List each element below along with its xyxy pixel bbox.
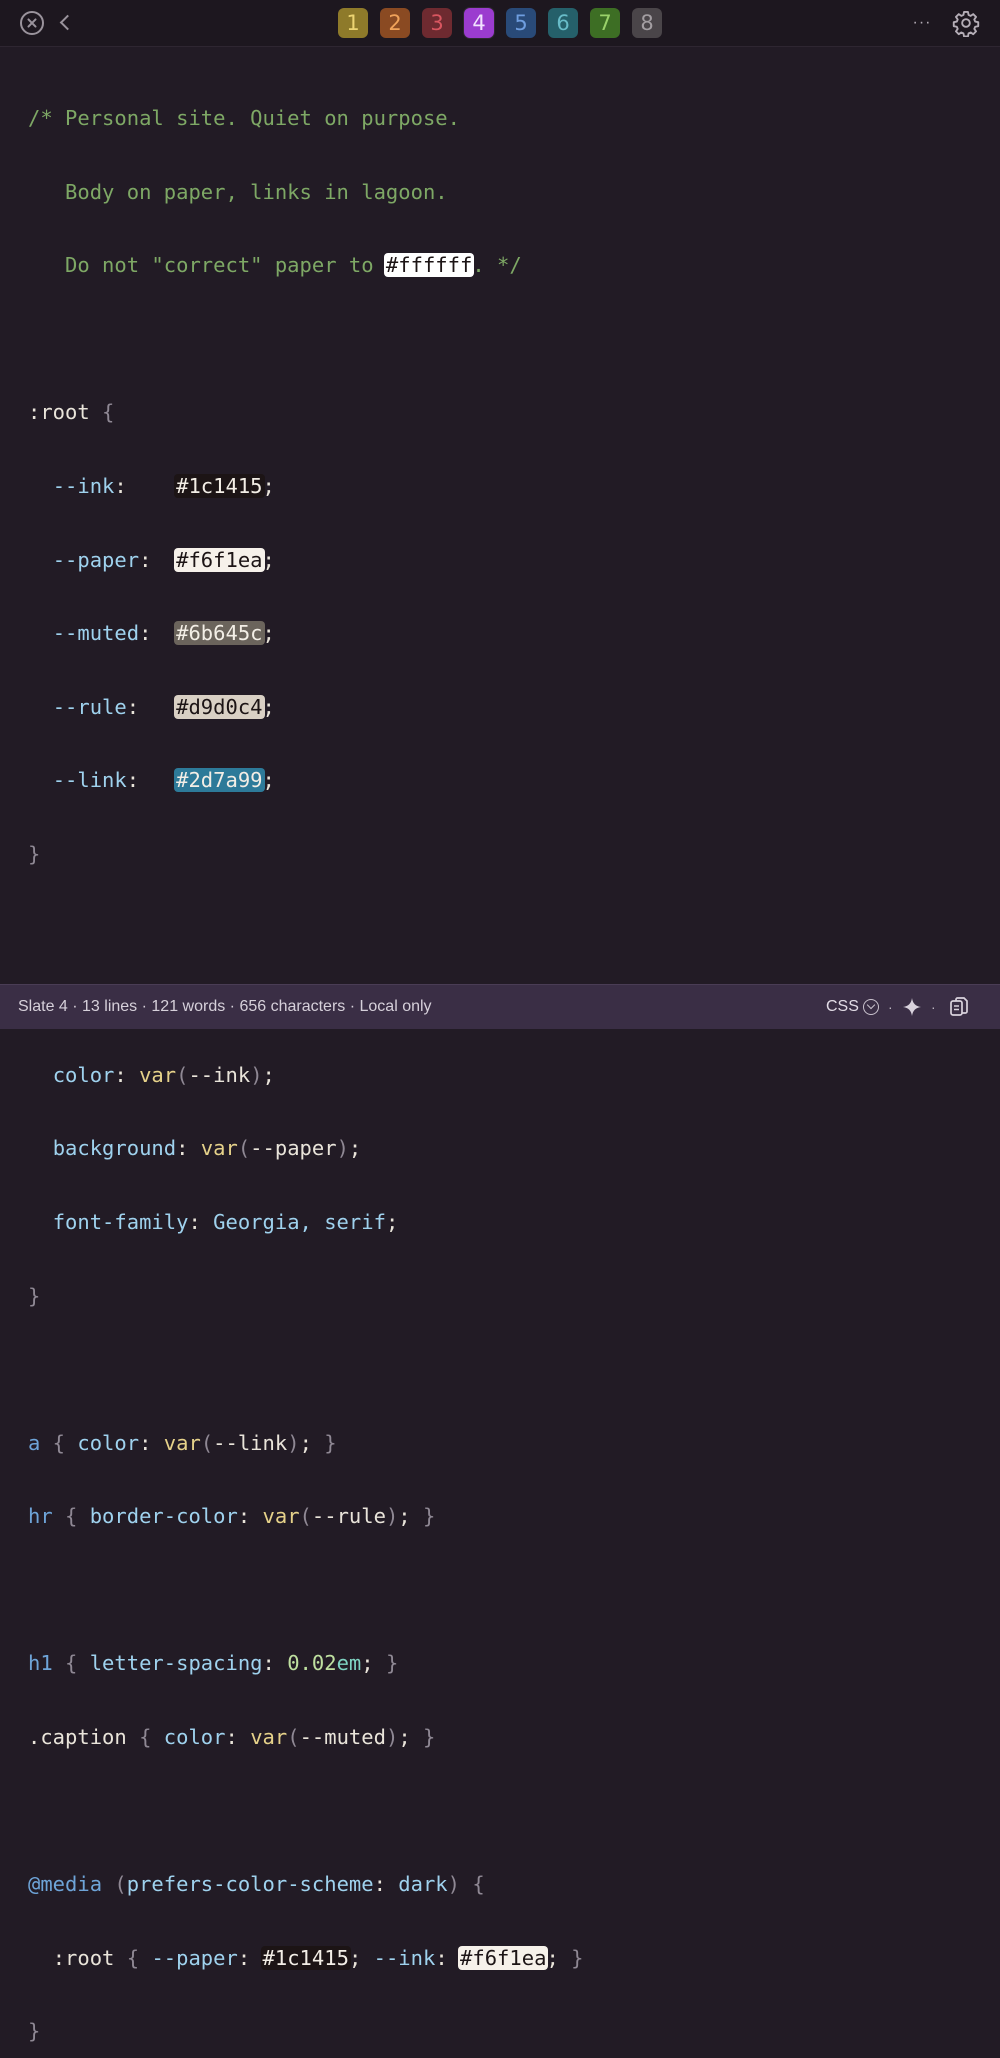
var-ref: --ink bbox=[188, 1062, 251, 1087]
comment-text: Body on paper, links in lagoon. bbox=[28, 179, 448, 204]
color-swatch-paper: #f6f1ea bbox=[174, 547, 265, 572]
code-line: a { color: var(--link); } bbox=[28, 1430, 337, 1455]
var-function: var bbox=[250, 1725, 288, 1750]
property-value: Georgia, serif bbox=[213, 1209, 386, 1234]
code-line: } bbox=[28, 2019, 41, 2044]
property-name: color bbox=[77, 1430, 140, 1455]
at-rule: @media bbox=[28, 1872, 103, 1897]
tab-slate-6[interactable]: 6 bbox=[548, 8, 578, 38]
code-line: --rule: #d9d0c4; bbox=[52, 694, 275, 719]
var-ref: --link bbox=[213, 1430, 288, 1455]
code-line: --link: #2d7a99; bbox=[52, 768, 275, 793]
tab-slate-2[interactable]: 2 bbox=[380, 8, 410, 38]
comment-text: Do not "correct" paper to bbox=[28, 253, 386, 278]
tab-slate-7[interactable]: 7 bbox=[590, 8, 620, 38]
color-swatch-ink: #1c1415 bbox=[174, 473, 265, 498]
var-ref: --muted bbox=[299, 1725, 386, 1750]
var-function: var bbox=[163, 1430, 201, 1455]
copy-icon[interactable] bbox=[947, 995, 971, 1019]
code-line: font-family: Georgia, serif; bbox=[52, 1209, 399, 1234]
selector: .caption bbox=[28, 1725, 127, 1750]
ellipsis-icon[interactable]: ··· bbox=[911, 13, 933, 33]
number-value: 0.02 bbox=[287, 1651, 337, 1676]
property-name: color bbox=[163, 1725, 226, 1750]
tab-slate-5[interactable]: 5 bbox=[506, 8, 536, 38]
code-line: Body on paper, links in lagoon. bbox=[28, 180, 978, 206]
var-name: --muted bbox=[52, 621, 140, 646]
color-swatch-muted: #6b645c bbox=[174, 621, 265, 646]
separator: · bbox=[931, 999, 936, 1015]
code-line: } bbox=[28, 841, 41, 866]
code-line: --ink: #1c1415; bbox=[52, 473, 275, 498]
comment-text: /* Personal site. Quiet on purpose. bbox=[28, 106, 460, 130]
property-name: background bbox=[52, 1136, 177, 1161]
var-name: --rule bbox=[52, 694, 127, 719]
code-line: } bbox=[28, 1283, 41, 1308]
root-selector: :root bbox=[28, 400, 90, 425]
var-function: var bbox=[200, 1136, 238, 1161]
code-line: hr { border-color: var(--rule); } bbox=[28, 1504, 436, 1529]
property-name: color bbox=[52, 1062, 115, 1087]
media-feature: prefers-color-scheme bbox=[126, 1872, 374, 1897]
code-line: h1 { letter-spacing: 0.02em; } bbox=[28, 1651, 399, 1676]
document-stats: Slate 4 · 13 lines · 121 words · 656 cha… bbox=[18, 998, 432, 1015]
selector: h1 bbox=[28, 1651, 53, 1676]
comment-text: . */ bbox=[472, 253, 522, 278]
gear-icon[interactable] bbox=[952, 9, 980, 37]
var-name: --paper bbox=[52, 547, 140, 572]
selector: a bbox=[28, 1430, 41, 1455]
chevron-down-circle-icon[interactable] bbox=[863, 999, 879, 1015]
color-swatch-dark-ink: #f6f1ea bbox=[458, 1945, 549, 1970]
code-line: background: var(--paper); bbox=[52, 1136, 362, 1161]
property-name: letter-spacing bbox=[89, 1651, 263, 1676]
code-line: .caption { color: var(--muted); } bbox=[28, 1725, 436, 1750]
code-line: color: var(--ink); bbox=[52, 1062, 275, 1087]
color-swatch-rule: #d9d0c4 bbox=[174, 694, 265, 719]
var-function: var bbox=[139, 1062, 177, 1087]
code-line: @media (prefers-color-scheme: dark) { bbox=[28, 1872, 485, 1897]
top-toolbar: 1 2 3 4 5 6 7 8 ··· bbox=[0, 0, 1000, 47]
tab-slate-3[interactable]: 3 bbox=[422, 8, 452, 38]
var-name: --ink bbox=[52, 473, 115, 498]
unit-value: em bbox=[336, 1651, 362, 1676]
var-ref: --paper bbox=[250, 1136, 337, 1161]
status-bar: Slate 4 · 13 lines · 121 words · 656 cha… bbox=[0, 984, 1000, 1029]
chevron-left-icon[interactable] bbox=[56, 12, 76, 34]
separator: · bbox=[888, 999, 893, 1015]
color-swatch-dark-paper: #1c1415 bbox=[260, 1945, 351, 1970]
code-line: --muted: #6b645c; bbox=[52, 621, 275, 646]
color-swatch-white: #ffffff bbox=[383, 253, 475, 278]
tab-slate-1[interactable]: 1 bbox=[338, 8, 368, 38]
language-selector[interactable]: CSS bbox=[826, 985, 859, 1029]
close-circle-icon[interactable] bbox=[20, 11, 44, 35]
selector: hr bbox=[28, 1504, 53, 1529]
var-ref: --rule bbox=[311, 1504, 386, 1529]
var-function: var bbox=[262, 1504, 300, 1529]
var-name: --paper bbox=[151, 1945, 238, 1970]
code-line: --paper: #f6f1ea; bbox=[52, 547, 275, 572]
root-selector: :root bbox=[52, 1945, 115, 1970]
code-line: :root { bbox=[28, 400, 115, 425]
tab-slate-8[interactable]: 8 bbox=[632, 8, 662, 38]
var-name: --ink bbox=[373, 1945, 436, 1970]
tab-slate-4[interactable]: 4 bbox=[464, 8, 494, 38]
color-swatch-link: #2d7a99 bbox=[174, 768, 265, 793]
code-line: /* Personal site. Quiet on purpose. bbox=[28, 106, 978, 132]
sparkle-icon[interactable] bbox=[902, 997, 922, 1017]
code-editor[interactable]: /* Personal site. Quiet on purpose. Body… bbox=[28, 58, 978, 2043]
var-name: --link bbox=[52, 768, 127, 793]
code-line: Do not "correct" paper to #ffffff. */ bbox=[28, 253, 978, 279]
code-line: :root { --paper: #1c1415; --ink: #f6f1ea… bbox=[52, 1945, 584, 1970]
property-name: border-color bbox=[89, 1504, 238, 1529]
media-value: dark bbox=[398, 1872, 448, 1897]
property-name: font-family bbox=[52, 1209, 189, 1234]
